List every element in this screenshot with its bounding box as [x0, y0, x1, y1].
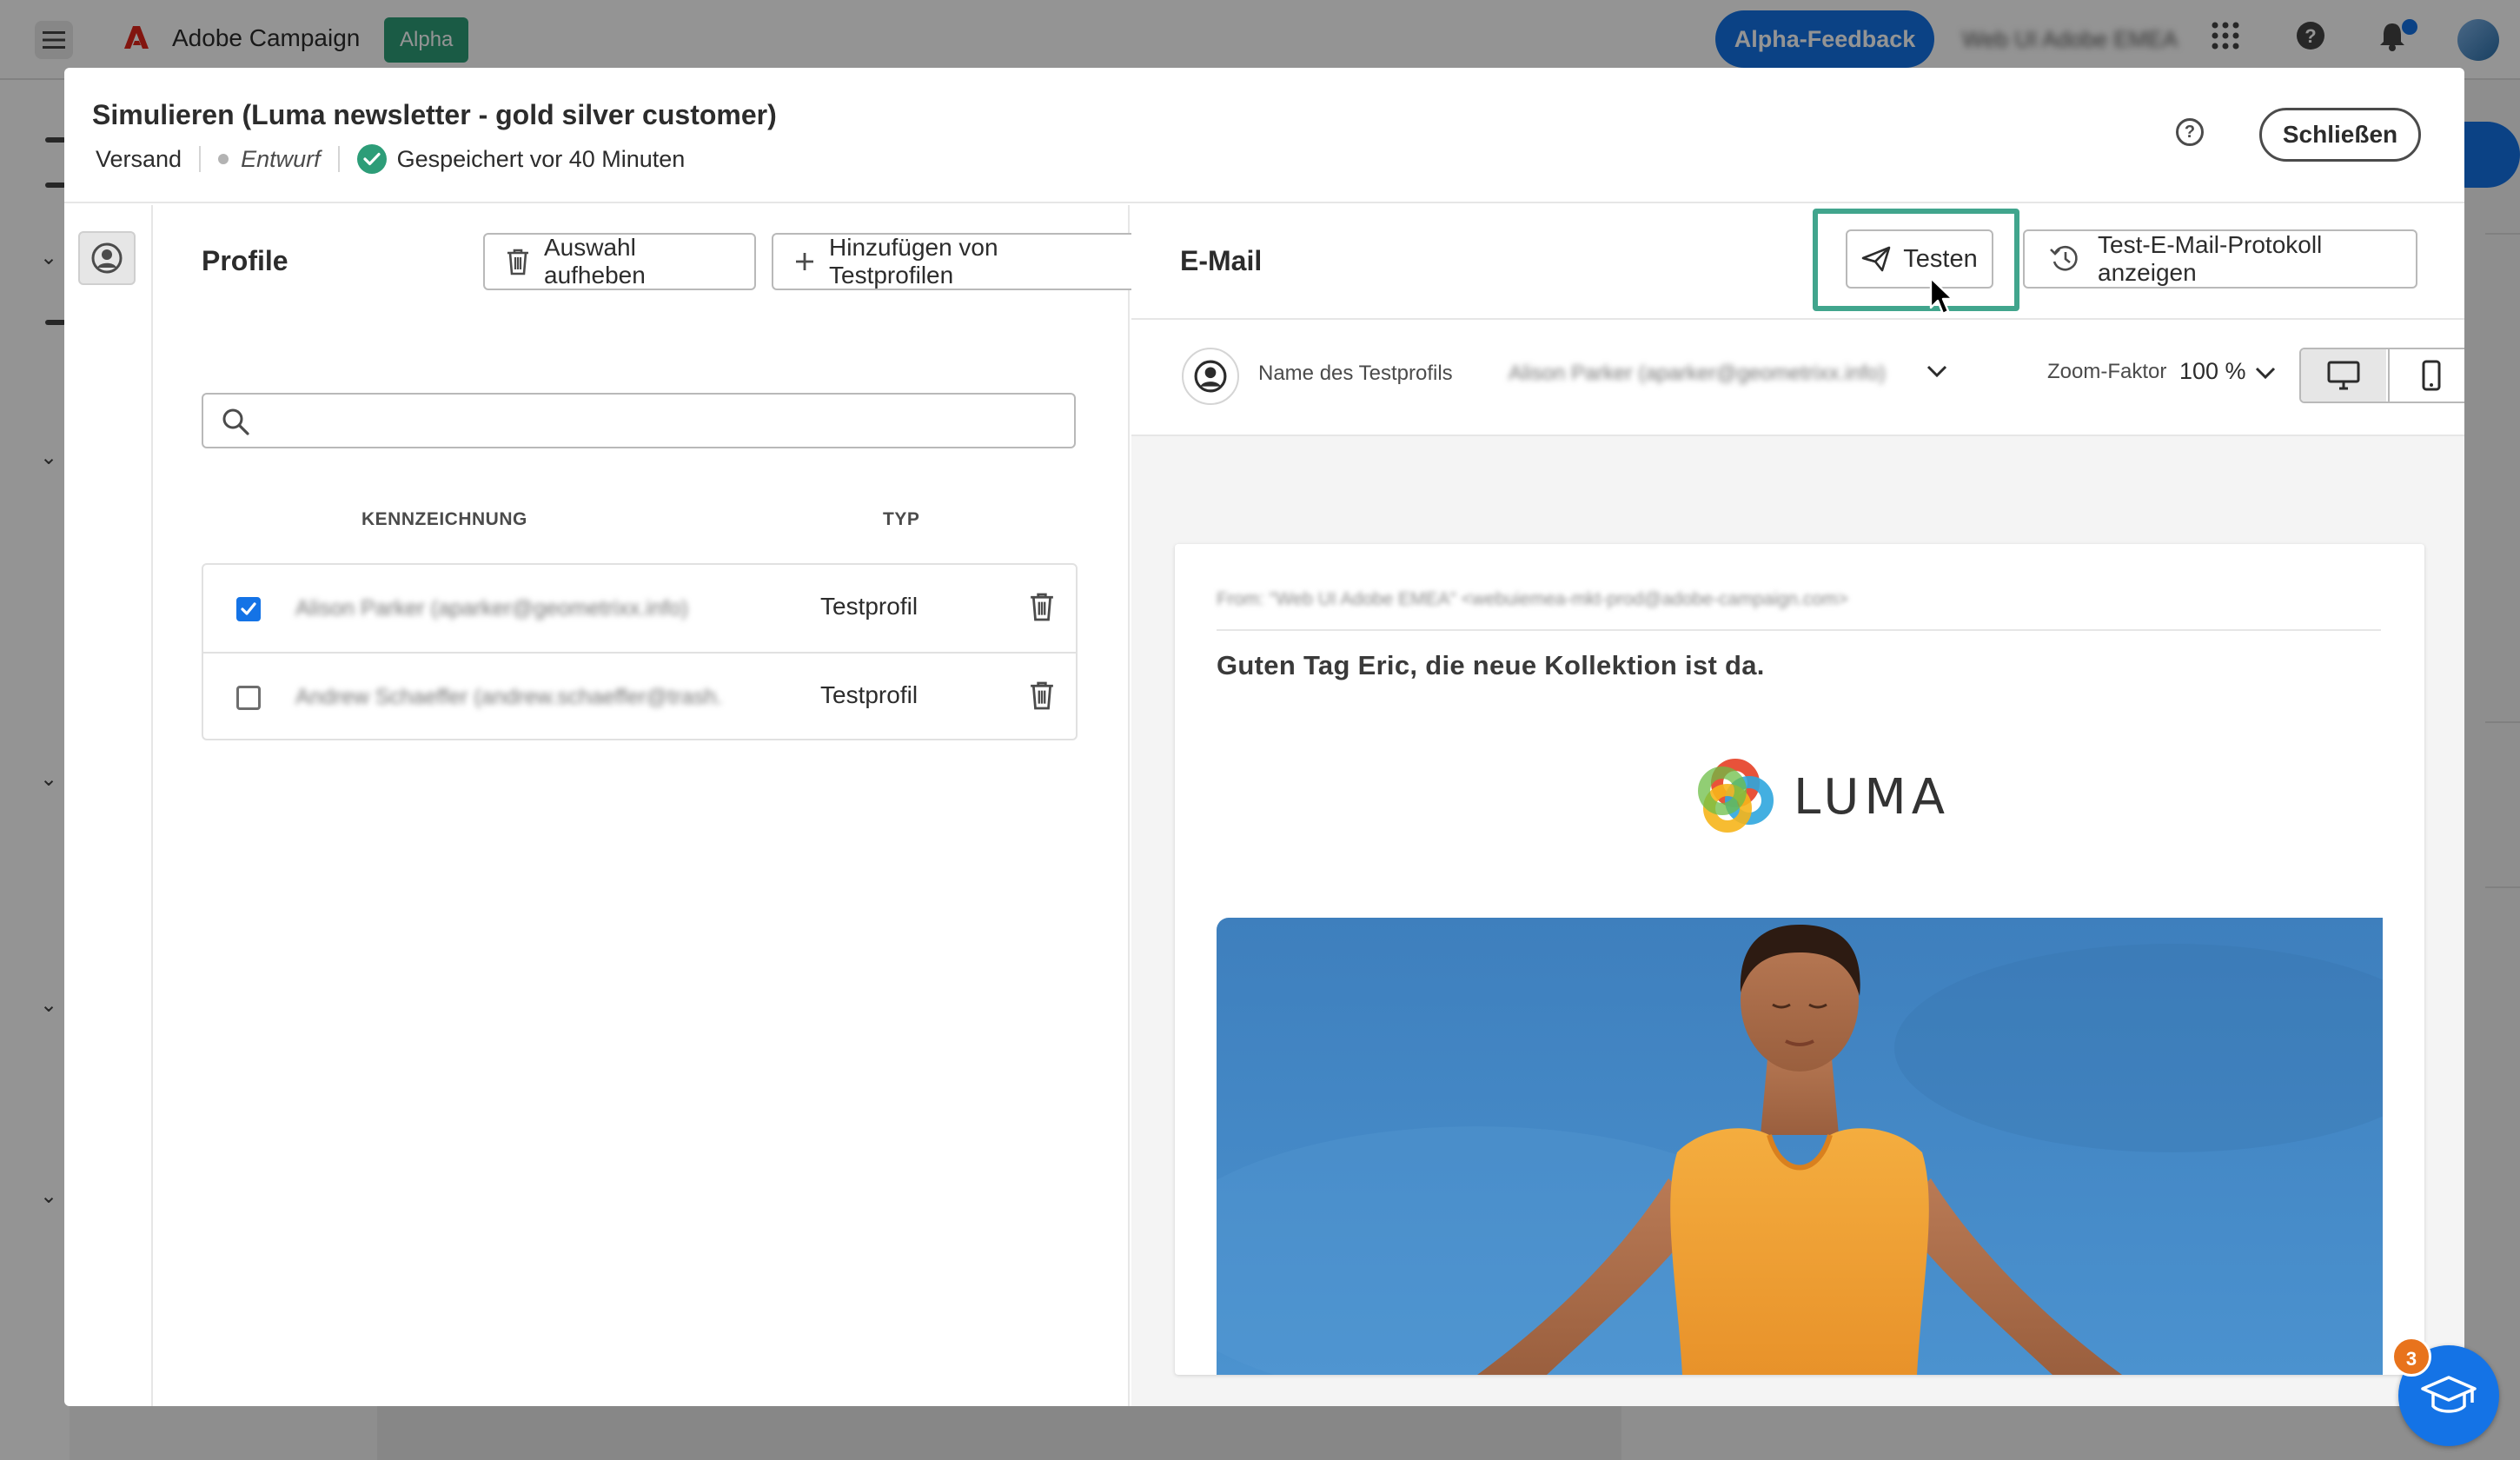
row-checkbox[interactable] [236, 597, 261, 621]
profile-table: Alison Parker (aparker@geometrixx.info) … [202, 563, 1078, 740]
luma-logo-icon [1698, 759, 1774, 833]
history-icon [2049, 244, 2080, 274]
search-icon [221, 407, 250, 436]
simulate-dialog: Simulieren (Luma newsletter - gold silve… [64, 68, 2464, 1406]
desktop-view-button[interactable] [2301, 349, 2386, 402]
column-header-label[interactable]: KENNZEICHNUNG [361, 509, 527, 530]
test-button[interactable]: Testen [1846, 229, 1993, 289]
plus-icon [794, 251, 815, 272]
delivery-meta: Versand Entwurf Gespeichert vor 40 Minut… [96, 144, 685, 174]
table-row[interactable]: Andrew Schaeffer (andrew.schaeffer@trash… [203, 652, 1076, 739]
divider [199, 146, 202, 172]
show-test-log-label: Test-E-Mail-Protokoll anzeigen [2098, 231, 2323, 286]
clear-selection-button[interactable]: Auswahl aufheben [483, 233, 756, 290]
trash-icon[interactable] [1029, 591, 1055, 622]
divider [337, 146, 340, 172]
column-header-type[interactable]: TYP [883, 509, 919, 530]
notification-badge: 3 [2391, 1337, 2431, 1377]
dialog-header: Simulieren (Luma newsletter - gold silve… [64, 68, 2464, 203]
profile-name: Andrew Schaeffer (andrew.schaeffer@trash… [295, 685, 721, 709]
email-title: E-Mail [1180, 245, 1263, 276]
profile-name: Alison Parker (aparker@geometrixx.info) [295, 596, 688, 620]
test-profile-label: Name des Testprofils [1258, 362, 1453, 385]
help-icon[interactable]: ? [2176, 118, 2204, 146]
status-badge: Entwurf [241, 145, 321, 172]
mobile-icon [2422, 360, 2441, 391]
side-tab-rail [64, 205, 153, 1406]
email-preview-card: From: "Web UI Adobe EMEA" <webuiemea-mkt… [1175, 544, 2424, 1375]
chevron-down-icon[interactable] [2254, 365, 2277, 381]
email-logo-area: LUMA [1217, 707, 2383, 918]
device-toggle [2299, 348, 2464, 403]
hero-image [1217, 918, 2383, 1375]
search-input[interactable] [264, 402, 1046, 440]
profiles-title: Profile [202, 245, 288, 276]
brand-name: LUMA [1794, 768, 1951, 826]
profile-type: Testprofil [820, 593, 918, 620]
email-from: From: "Web UI Adobe EMEA" <webuiemea-mkt… [1217, 589, 1848, 609]
clear-selection-label: Auswahl aufheben [544, 234, 646, 289]
add-test-profiles-button[interactable]: Hinzufügen von Testprofilen [772, 233, 1144, 290]
meditating-woman-image [1217, 918, 2383, 1375]
mouse-cursor-icon [1929, 276, 1957, 316]
delivery-type: Versand [96, 145, 182, 172]
profile-panel: Profile Auswahl aufheben Hinzufügen von … [153, 205, 1144, 1406]
divider [1217, 629, 2381, 631]
trash-icon[interactable] [1029, 680, 1055, 711]
user-circle-icon [91, 242, 123, 274]
email-header: E-Mail Testen Test-E-Mail-Protokoll anze… [1131, 205, 2464, 320]
table-row[interactable]: Alison Parker (aparker@geometrixx.info) … [203, 565, 1076, 652]
close-button[interactable]: Schließen [2259, 108, 2421, 162]
email-subject: Guten Tag Eric, die neue Kollektion ist … [1217, 650, 1765, 680]
saved-status: Gespeichert vor 40 Minuten [396, 145, 686, 172]
desktop-icon [2327, 361, 2360, 390]
status-dot [218, 154, 229, 164]
row-checkbox[interactable] [236, 686, 261, 710]
zoom-label: Zoom-Faktor [2047, 360, 2167, 383]
chevron-down-icon[interactable] [1926, 363, 1948, 379]
test-profile-select[interactable]: Alison Parker (aparker@geometrixx.info) [1509, 362, 1886, 386]
dialog-title: Simulieren (Luma newsletter - gold silve… [92, 99, 777, 130]
show-test-log-button[interactable]: Test-E-Mail-Protokoll anzeigen [2023, 229, 2417, 289]
test-label: Testen [1903, 244, 1978, 273]
profile-search[interactable] [202, 393, 1076, 448]
user-circle-icon [1182, 348, 1239, 405]
trash-icon [506, 248, 530, 275]
checkmark-icon [356, 144, 387, 174]
preview-toolbar: Name des Testprofils Alison Parker (apar… [1131, 320, 2464, 436]
add-test-profiles-label: Hinzufügen von Testprofilen [829, 234, 998, 289]
luma-logo: LUMA [1696, 758, 1950, 836]
profile-tab[interactable] [78, 231, 136, 285]
paper-plane-icon [1861, 246, 1891, 272]
profile-type: Testprofil [820, 681, 918, 708]
mobile-view-button[interactable] [2388, 349, 2464, 402]
graduation-cap-icon [2420, 1373, 2477, 1418]
email-preview-panel: E-Mail Testen Test-E-Mail-Protokoll anze… [1131, 205, 2464, 1406]
email-body: LUMA [1217, 707, 2383, 1375]
zoom-select[interactable]: 100 % [2179, 358, 2246, 385]
